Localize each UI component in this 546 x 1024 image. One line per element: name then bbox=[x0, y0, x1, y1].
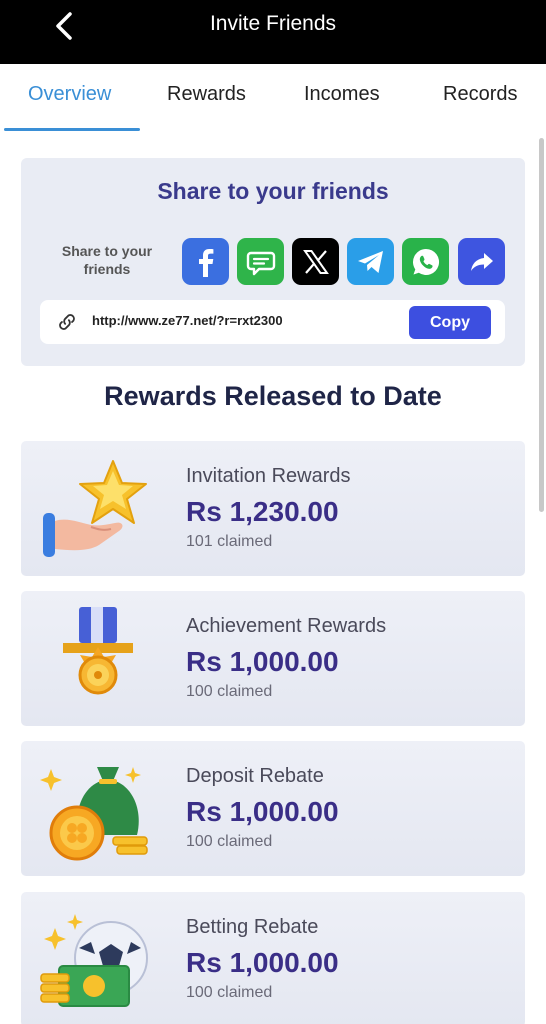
share-forward-icon bbox=[470, 252, 493, 271]
currency-label: Rs bbox=[186, 496, 222, 527]
amount-value: 1,230.00 bbox=[229, 496, 339, 527]
share-label-line1: Share to your bbox=[61, 243, 153, 259]
currency-label: Rs bbox=[186, 947, 222, 978]
share-label-line2: friends bbox=[83, 261, 131, 277]
tab-incomes[interactable]: Incomes bbox=[304, 83, 380, 106]
reward-card-deposit[interactable]: Deposit Rebate Rs 1,000.00 100 claimed bbox=[21, 741, 525, 876]
rewards-section-title: Rewards Released to Date bbox=[104, 381, 442, 411]
medal-icon bbox=[63, 607, 133, 695]
reward-amount: Rs 1,000.00 bbox=[186, 646, 339, 678]
currency-label: Rs bbox=[186, 796, 222, 827]
active-tab-indicator bbox=[4, 128, 140, 131]
reward-amount: Rs 1,230.00 bbox=[186, 496, 339, 528]
soccer-cash-icon bbox=[40, 914, 148, 1007]
tab-rewards[interactable]: Rewards bbox=[167, 83, 246, 106]
currency-label: Rs bbox=[186, 646, 222, 677]
whatsapp-icon bbox=[412, 248, 439, 275]
reward-claimed-count: 100 claimed bbox=[186, 833, 273, 850]
share-more-button[interactable] bbox=[458, 238, 505, 285]
amount-value: 1,000.00 bbox=[229, 947, 339, 978]
telegram-icon bbox=[357, 250, 383, 273]
reward-amount: Rs 1,000.00 bbox=[186, 947, 339, 979]
facebook-icon bbox=[198, 248, 213, 277]
hand-star-icon bbox=[43, 460, 147, 557]
link-icon bbox=[59, 314, 75, 330]
money-bag-icon bbox=[40, 767, 148, 861]
copy-button[interactable]: Copy bbox=[409, 306, 491, 339]
tab-bar: Overview Rewards Incomes Records bbox=[0, 64, 546, 132]
share-card: Share to your friends Share to your frie… bbox=[21, 158, 525, 366]
share-label: Share to your friends bbox=[51, 242, 163, 278]
reward-amount: Rs 1,000.00 bbox=[186, 796, 339, 828]
reward-name: Betting Rebate bbox=[186, 916, 319, 938]
invite-link-url[interactable]: http://www.ze77.net/?r=rxt2300 bbox=[92, 313, 283, 328]
share-title: Share to your friends bbox=[157, 178, 389, 204]
scrollbar[interactable] bbox=[539, 138, 544, 512]
reward-name: Achievement Rewards bbox=[186, 615, 387, 637]
reward-card-invitation[interactable]: Invitation Rewards Rs 1,230.00 101 claim… bbox=[21, 441, 525, 576]
reward-claimed-count: 100 claimed bbox=[186, 984, 273, 1001]
reward-claimed-count: 101 claimed bbox=[186, 533, 273, 550]
share-telegram-button[interactable] bbox=[347, 238, 394, 285]
top-bar: Invite Friends bbox=[0, 0, 546, 64]
reward-card-achievement[interactable]: Achievement Rewards Rs 1,000.00 100 clai… bbox=[21, 591, 525, 726]
x-icon bbox=[302, 249, 329, 274]
amount-value: 1,000.00 bbox=[229, 646, 339, 677]
amount-value: 1,000.00 bbox=[229, 796, 339, 827]
reward-claimed-count: 100 claimed bbox=[186, 683, 273, 700]
share-facebook-button[interactable] bbox=[182, 238, 229, 285]
page-title: Invite Friends bbox=[209, 12, 337, 35]
reward-name: Deposit Rebate bbox=[186, 765, 324, 787]
invite-link-bar: http://www.ze77.net/?r=rxt2300 Copy bbox=[40, 300, 505, 344]
tab-records[interactable]: Records bbox=[443, 83, 517, 106]
share-message-button[interactable] bbox=[237, 238, 284, 285]
reward-name: Invitation Rewards bbox=[186, 465, 351, 487]
share-whatsapp-button[interactable] bbox=[402, 238, 449, 285]
share-x-button[interactable] bbox=[292, 238, 339, 285]
tab-overview[interactable]: Overview bbox=[28, 83, 111, 106]
message-icon bbox=[246, 251, 275, 275]
reward-card-betting[interactable]: Betting Rebate Rs 1,000.00 100 claimed bbox=[21, 892, 525, 1024]
